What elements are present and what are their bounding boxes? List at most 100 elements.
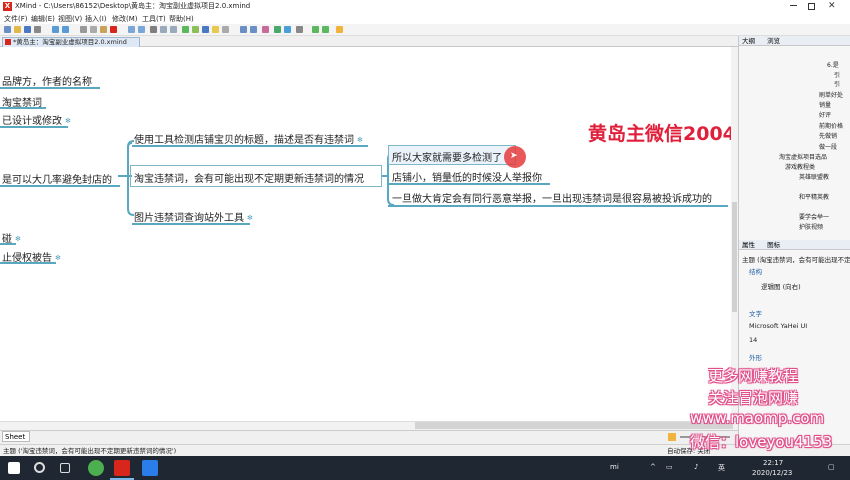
outline-item[interactable]: 先做销 [819, 131, 837, 140]
outline-item[interactable]: 6.是 [827, 60, 839, 69]
boundary-icon[interactable] [160, 26, 167, 33]
outline-item[interactable]: 要学会举一 [799, 212, 829, 221]
save-icon[interactable] [24, 26, 31, 33]
node-designed-modified[interactable]: 已设计或修改 ✻ [2, 112, 71, 127]
summary-icon[interactable] [170, 26, 177, 33]
outline-item[interactable]: 刷单好处 [819, 90, 843, 99]
node-banned-word-updates[interactable]: 淘宝违禁词，会有可能出现不定期更新违禁词的情况 [134, 170, 364, 185]
delete-icon[interactable] [110, 26, 117, 33]
lightbulb-icon[interactable] [336, 26, 343, 33]
collapse-dot-icon[interactable]: ✻ [357, 136, 363, 144]
nav-forward-icon[interactable] [312, 26, 319, 33]
print-icon[interactable] [34, 26, 41, 33]
subtopic-icon[interactable] [138, 26, 145, 33]
node-malicious-reports-label: 一旦做大肯定会有同行恶意举报，一旦出现违禁词是很容易被投诉成功的 [392, 194, 712, 205]
outline-item[interactable]: 引 [834, 70, 840, 79]
outline-item[interactable]: 做一段 [819, 142, 837, 151]
nav-back-icon[interactable] [322, 26, 329, 33]
settings-icon[interactable] [296, 26, 303, 33]
node-check-more[interactable]: 所以大家就需要多检测了 [392, 149, 502, 164]
icons-tab[interactable]: 图标 [767, 241, 780, 249]
mindmap-canvas[interactable]: 品牌方，作者的名称 淘宝禁词 已设计或修改 ✻ 是可以大几率避免封店的 碰 ✻ 止侵… [0, 47, 738, 430]
clock-time[interactable]: 22:17 [763, 459, 783, 467]
menu-insert[interactable]: 插入(I) [85, 14, 107, 24]
paste-icon[interactable] [100, 26, 107, 33]
network-icon[interactable]: ▭ [666, 463, 673, 471]
structure-dropdown[interactable]: 逻辑图 (向右) [761, 281, 801, 291]
outline-item[interactable]: 销量 [819, 100, 831, 109]
maximize-icon[interactable] [808, 3, 815, 10]
redo-icon[interactable] [62, 26, 69, 33]
clock-date[interactable]: 2020/12/23 [752, 469, 792, 477]
menu-view[interactable]: 视图(V) [58, 14, 82, 24]
collapse-dot-icon[interactable]: ✻ [65, 117, 71, 125]
zoom-in-icon[interactable] [240, 26, 247, 33]
outline-tab[interactable]: 大纲 [742, 37, 755, 45]
node-malicious-reports[interactable]: 一旦做大肯定会有同行恶意举报，一旦出现违禁词是很容易被投诉成功的 [392, 190, 712, 205]
font-size-dropdown[interactable]: 14 [749, 336, 757, 344]
minimize-icon[interactable] [790, 5, 797, 6]
filter-icon[interactable] [668, 433, 676, 441]
node-image-check-tool[interactable]: 图片违禁词查询站外工具 ✻ [134, 209, 253, 224]
relationship-icon[interactable] [150, 26, 157, 33]
app-blue-icon[interactable] [142, 460, 158, 476]
collapse-dot-icon[interactable]: ✻ [55, 254, 61, 262]
note-icon[interactable] [212, 26, 219, 33]
attach-icon[interactable] [222, 26, 229, 33]
vertical-scroll-thumb[interactable] [732, 202, 737, 312]
xmind-taskbar-icon[interactable] [114, 460, 130, 476]
close-icon[interactable]: ✕ [828, 0, 836, 13]
node-avoid-shop-closure[interactable]: 是可以大几率避免封店的 [2, 171, 112, 186]
node-small-shop[interactable]: 店铺小，销量低的时候没人举报你 [392, 169, 542, 184]
font-name-dropdown[interactable]: Microsoft YaHei UI [749, 322, 807, 330]
cut-icon[interactable] [80, 26, 87, 33]
menu-help[interactable]: 帮助(H) [169, 14, 194, 24]
horizontal-scroll-thumb[interactable] [415, 422, 733, 429]
outline-item[interactable]: 引 [834, 79, 840, 88]
shape-section-label[interactable]: 外形 [749, 352, 762, 362]
collapse-dot-icon[interactable]: ✻ [15, 235, 21, 243]
copy-icon[interactable] [90, 26, 97, 33]
outline-item[interactable]: 好评 [819, 110, 831, 119]
menu-edit[interactable]: 编辑(E) [31, 14, 55, 24]
structure-section-label[interactable]: 结构 [749, 266, 762, 276]
mi-icon[interactable]: mi [610, 463, 619, 471]
properties-tab[interactable]: 属性 [742, 241, 755, 249]
editor-tab[interactable]: *黄岛主：淘宝副业虚拟项目2.0.xmind [2, 37, 140, 47]
outline-item[interactable]: 淘宝虚拟项目选品 [779, 152, 827, 161]
topic-icon[interactable] [128, 26, 135, 33]
volume-icon[interactable]: ♪ [694, 463, 698, 471]
notification-icon[interactable]: ▢ [828, 463, 835, 471]
outline-item[interactable]: 英雄联盟教 [799, 172, 829, 181]
node-tool-check-titles[interactable]: 使用工具检测店铺宝贝的标题，描述是否有违禁词 ✻ [134, 131, 363, 146]
export-icon[interactable] [274, 26, 281, 33]
collapse-dot-icon[interactable]: ✻ [247, 214, 253, 222]
menu-file[interactable]: 文件(F) [4, 14, 28, 24]
text-section-label[interactable]: 文字 [749, 308, 762, 318]
ime-indicator[interactable]: 英 [718, 463, 725, 473]
open-icon[interactable] [14, 26, 21, 33]
search-icon[interactable] [34, 462, 45, 473]
outline-item[interactable]: 和平精英教 [799, 192, 829, 201]
menu-modify[interactable]: 修改(M) [112, 14, 138, 24]
wechat-watermark: 黄岛主微信20042328 [588, 123, 738, 145]
outline-item[interactable]: 护肤视频 [799, 222, 823, 231]
app-green-icon[interactable] [88, 460, 104, 476]
zoom-out-icon[interactable] [250, 26, 257, 33]
up-arrow-icon[interactable]: ^ [650, 463, 656, 471]
new-icon[interactable] [4, 26, 11, 33]
undo-icon[interactable] [52, 26, 59, 33]
sheet-tab[interactable]: Sheet 1 [2, 431, 30, 451]
outline-item[interactable]: 前期价格 [819, 121, 843, 130]
image-icon[interactable] [192, 26, 199, 33]
outline-item[interactable]: 游戏教程类 [785, 162, 815, 171]
browser-tab[interactable]: 浏览 [767, 37, 780, 45]
menu-tools[interactable]: 工具(T) [142, 14, 166, 24]
share-icon[interactable] [284, 26, 291, 33]
node-brand-author[interactable]: 品牌方，作者的名称 [2, 73, 92, 88]
marker-icon[interactable] [182, 26, 189, 33]
theme-icon[interactable] [262, 26, 269, 33]
windows-start-icon[interactable] [8, 462, 20, 474]
hyperlink-icon[interactable] [202, 26, 209, 33]
task-view-icon[interactable] [60, 463, 70, 473]
